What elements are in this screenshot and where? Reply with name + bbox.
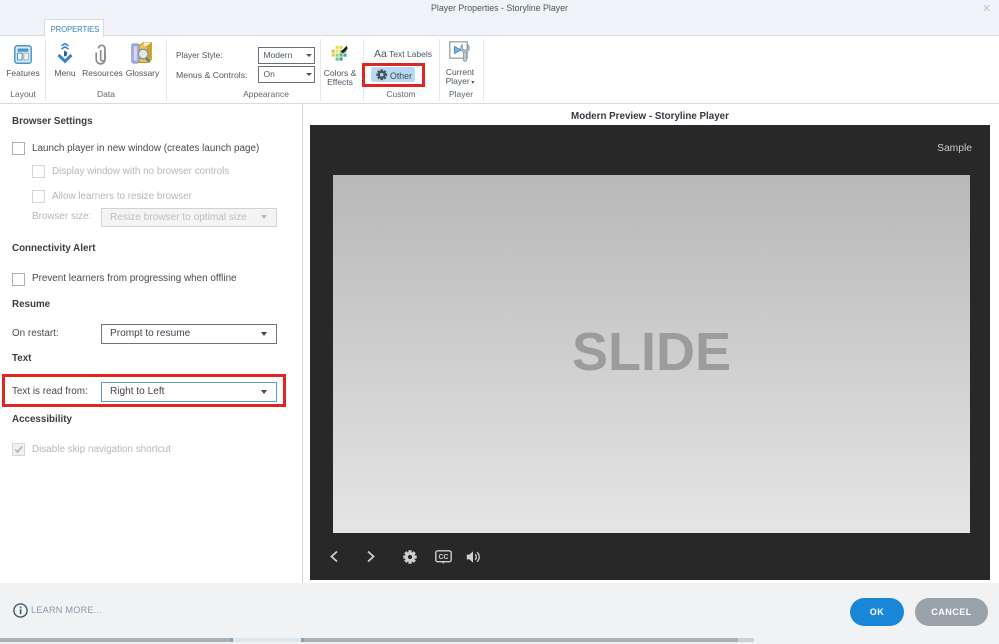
svg-text:CC: CC	[438, 554, 448, 561]
